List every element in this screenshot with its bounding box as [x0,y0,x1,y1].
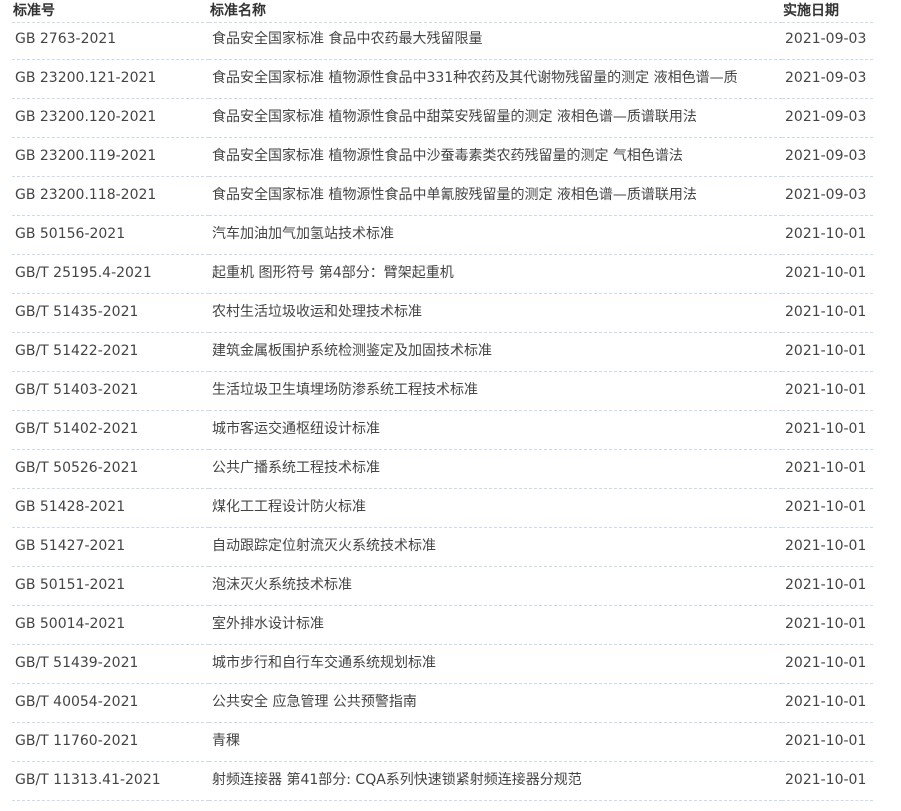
table-row[interactable]: GB 23200.119-2021 食品安全国家标准 植物源性食品中沙蚕毒素类农药… [12,137,873,177]
implementation-date-cell: 2021-10-01 [782,215,873,255]
header-implementation-date: 实施日期 [782,0,873,23]
standard-name-link[interactable]: 建筑金属板围护系统检测鉴定及加固技术标准 [209,332,782,372]
standard-name-link[interactable]: 食品安全国家标准 植物源性食品中331种农药及其代谢物残留量的测定 液相色谱—质 [209,59,782,99]
standard-name-link[interactable]: 起重机 图形符号 第4部分：臂架起重机 [209,254,782,294]
standard-number-cell: GB 50156-2021 [12,215,209,255]
standard-number-cell: GB/T 40054-2021 [12,683,209,723]
implementation-date-cell: 2021-10-01 [782,410,873,450]
standard-number-cell: GB/T 51402-2021 [12,410,209,450]
table-row[interactable]: GB/T 51403-2021 生活垃圾卫生填埋场防渗系统工程技术标准 2021-1… [12,371,873,411]
standard-number-cell: GB/T 25195.4-2021 [12,254,209,294]
standard-name-link[interactable]: 食品安全国家标准 植物源性食品中沙蚕毒素类农药残留量的测定 气相色谱法 [209,137,782,177]
table-row[interactable]: GB 50014-2021 室外排水设计标准 2021-10-01 [12,605,873,645]
standard-name-link[interactable]: 生活垃圾卫生填埋场防渗系统工程技术标准 [209,371,782,411]
table-row[interactable]: GB/T 51435-2021 农村生活垃圾收运和处理技术标准 2021-10-01 [12,293,873,333]
implementation-date-cell: 2021-10-01 [782,683,873,723]
table-row[interactable]: GB/T 40054-2021 公共安全 应急管理 公共预警指南 2021-10-0… [12,683,873,723]
standard-number-cell: GB 2763-2021 [12,22,209,60]
table-row[interactable]: GB 23200.118-2021 食品安全国家标准 植物源性食品中单氰胺残留量的… [12,176,873,216]
standard-number-cell: GB 51428-2021 [12,488,209,528]
standard-name-link[interactable]: 食品安全国家标准 食品中农药最大残留限量 [209,22,782,60]
table-row[interactable]: GB/T 50526-2021 公共广播系统工程技术标准 2021-10-01 [12,449,873,489]
implementation-date-cell: 2021-10-01 [782,371,873,411]
implementation-date-cell: 2021-10-01 [782,488,873,528]
implementation-date-cell: 2021-10-01 [782,527,873,567]
standard-number-cell: GB/T 51403-2021 [12,371,209,411]
standard-name-link[interactable]: 射频连接器 第41部分: CQA系列快速锁紧射频连接器分规范 [209,761,782,801]
standard-name-link[interactable]: 食品安全国家标准 植物源性食品中甜菜安残留量的测定 液相色谱—质谱联用法 [209,98,782,138]
implementation-date-cell: 2021-10-01 [782,761,873,801]
table-row[interactable]: GB/T 51402-2021 城市客运交通枢纽设计标准 2021-10-01 [12,410,873,450]
implementation-date-cell: 2021-10-01 [782,449,873,489]
standard-name-link[interactable]: 城市客运交通枢纽设计标准 [209,410,782,450]
table-row[interactable]: GB/T 51439-2021 城市步行和自行车交通系统规划标准 2021-10-0… [12,644,873,684]
table-row[interactable]: GB/T 11313.41-2021 射频连接器 第41部分: CQA系列快速锁紧… [12,761,873,801]
standard-name-link[interactable]: 公共广播系统工程技术标准 [209,449,782,489]
standard-number-cell: GB 50014-2021 [12,605,209,645]
standard-name-link[interactable]: 城市步行和自行车交通系统规划标准 [209,644,782,684]
standard-number-cell: GB/T 51435-2021 [12,293,209,333]
table-body: GB 2763-2021 食品安全国家标准 食品中农药最大残留限量 2021-09-… [12,22,873,801]
standard-name-link[interactable]: 青稞 [209,722,782,762]
standards-table: 标准号 标准名称 实施日期 GB 2763-2021 食品安全国家标准 食品中农药… [12,0,873,801]
implementation-date-cell: 2021-10-01 [782,293,873,333]
table-row[interactable]: GB 51428-2021 煤化工工程设计防火标准 2021-10-01 [12,488,873,528]
standard-number-cell: GB 23200.121-2021 [12,59,209,99]
implementation-date-cell: 2021-09-03 [782,176,873,216]
table-row[interactable]: GB/T 25195.4-2021 起重机 图形符号 第4部分：臂架起重机 2021… [12,254,873,294]
implementation-date-cell: 2021-10-01 [782,605,873,645]
header-standard-number: 标准号 [12,0,209,23]
table-row[interactable]: GB 23200.120-2021 食品安全国家标准 植物源性食品中甜菜安残留量的… [12,98,873,138]
standard-number-cell: GB 23200.118-2021 [12,176,209,216]
standard-name-link[interactable]: 食品安全国家标准 植物源性食品中单氰胺残留量的测定 液相色谱—质谱联用法 [209,176,782,216]
table-row[interactable]: GB 2763-2021 食品安全国家标准 食品中农药最大残留限量 2021-09-… [12,22,873,60]
implementation-date-cell: 2021-10-01 [782,644,873,684]
table-row[interactable]: GB 23200.121-2021 食品安全国家标准 植物源性食品中331种农药及… [12,59,873,99]
header-row: 标准号 标准名称 实施日期 [12,0,873,23]
table-header: 标准号 标准名称 实施日期 [12,0,873,23]
standard-number-cell: GB 50151-2021 [12,566,209,606]
implementation-date-cell: 2021-10-01 [782,332,873,372]
implementation-date-cell: 2021-10-01 [782,566,873,606]
standard-number-cell: GB 23200.120-2021 [12,98,209,138]
standard-number-cell: GB 51427-2021 [12,527,209,567]
standard-number-cell: GB/T 51422-2021 [12,332,209,372]
table-row[interactable]: GB/T 51422-2021 建筑金属板围护系统检测鉴定及加固技术标准 2021-… [12,332,873,372]
standard-name-link[interactable]: 农村生活垃圾收运和处理技术标准 [209,293,782,333]
implementation-date-cell: 2021-09-03 [782,137,873,177]
standard-name-link[interactable]: 自动跟踪定位射流灭火系统技术标准 [209,527,782,567]
header-standard-name: 标准名称 [209,0,782,23]
standard-number-cell: GB/T 51439-2021 [12,644,209,684]
standard-name-link[interactable]: 泡沫灭火系统技术标准 [209,566,782,606]
implementation-date-cell: 2021-10-01 [782,254,873,294]
table-row[interactable]: GB 50156-2021 汽车加油加气加氢站技术标准 2021-10-01 [12,215,873,255]
standard-name-link[interactable]: 汽车加油加气加氢站技术标准 [209,215,782,255]
standard-number-cell: GB/T 11760-2021 [12,722,209,762]
standard-number-cell: GB 23200.119-2021 [12,137,209,177]
standard-name-link[interactable]: 煤化工工程设计防火标准 [209,488,782,528]
standard-name-link[interactable]: 公共安全 应急管理 公共预警指南 [209,683,782,723]
implementation-date-cell: 2021-09-03 [782,22,873,60]
standard-number-cell: GB/T 11313.41-2021 [12,761,209,801]
table-row[interactable]: GB/T 11760-2021 青稞 2021-10-01 [12,722,873,762]
standard-number-cell: GB/T 50526-2021 [12,449,209,489]
table-row[interactable]: GB 51427-2021 自动跟踪定位射流灭火系统技术标准 2021-10-01 [12,527,873,567]
implementation-date-cell: 2021-09-03 [782,98,873,138]
implementation-date-cell: 2021-10-01 [782,722,873,762]
table-row[interactable]: GB 50151-2021 泡沫灭火系统技术标准 2021-10-01 [12,566,873,606]
implementation-date-cell: 2021-09-03 [782,59,873,99]
standard-name-link[interactable]: 室外排水设计标准 [209,605,782,645]
